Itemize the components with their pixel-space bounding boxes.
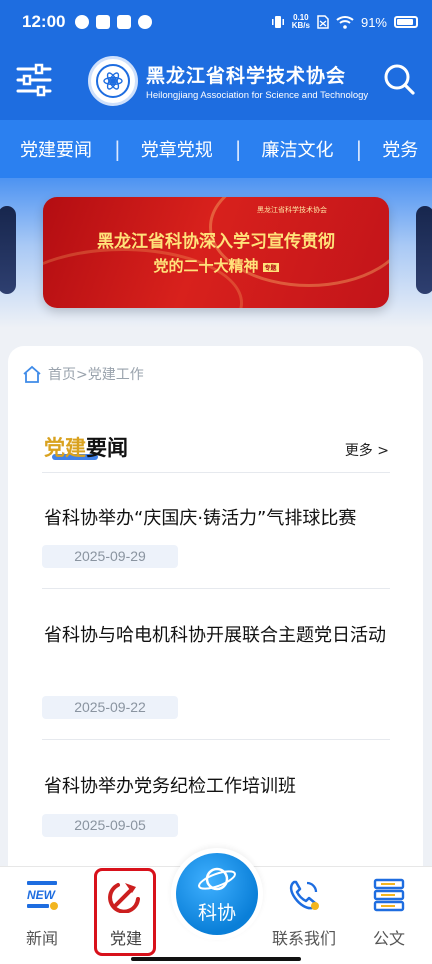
net-speed: 0.10 KB/s	[292, 14, 310, 30]
more-link[interactable]: 更多 >	[345, 440, 389, 460]
phone-icon	[289, 880, 319, 910]
news-item-date: 2025-09-29	[42, 545, 178, 568]
tab-separator: |	[234, 137, 242, 161]
org-name-cn: 黑龙江省科学技术协会	[146, 65, 347, 87]
sim-disabled-icon	[317, 15, 329, 29]
home-icon[interactable]	[22, 365, 42, 383]
org-logo: 黑龙江省科学技术协会 Heilongjiang Association for …	[88, 56, 368, 106]
tab-label: 联系我们	[271, 929, 336, 948]
video-app-icon	[117, 15, 132, 29]
center-button-label: 科协	[197, 902, 236, 924]
carousel-next-card[interactable]	[416, 206, 432, 294]
tab-label: 廉洁文化	[261, 140, 334, 161]
divider	[42, 472, 390, 473]
carousel-prev-card[interactable]	[0, 206, 16, 294]
vibrate-icon	[271, 16, 284, 28]
status-bar: 12:00 0.10 KB/s 91%	[0, 0, 432, 44]
news-item-date: 2025-09-05	[42, 814, 178, 837]
tab-label: 新闻	[25, 929, 58, 948]
battery-icon	[394, 16, 418, 28]
banner-title-line1: 黑龙江省科协深入学习宣传贯彻	[97, 232, 335, 252]
app-notification-icon	[75, 15, 90, 29]
app-header: 黑龙江省科学技术协会 Heilongjiang Association for …	[0, 44, 432, 120]
org-name-en: Heilongjiang Association for Science and…	[146, 90, 369, 101]
content-card: 首页>党建工作 党建要闻 更多 > 省科协举办“庆国庆·铸活力”气排球比赛 20…	[8, 346, 423, 886]
mail-icon	[96, 15, 111, 29]
divider	[42, 588, 390, 589]
org-emblem-icon	[88, 56, 138, 106]
battery-percent: 91%	[360, 14, 387, 30]
tab-party-news[interactable]: 党建要闻 |	[0, 136, 121, 162]
selected-tab-highlight	[94, 868, 156, 956]
banner-badge: 专题	[262, 262, 279, 272]
featured-banner[interactable]: 黑龙江省科学技术协会 黑龙江省科协深入学习宣传贯彻 党的二十大精神 专题	[43, 197, 389, 308]
filter-menu-icon[interactable]	[16, 62, 52, 98]
banner-title-line2: 党的二十大精神 专题	[153, 257, 279, 275]
divider	[42, 739, 390, 740]
status-right: 0.10 KB/s 91%	[271, 14, 418, 30]
news-icon: NEW	[27, 881, 58, 910]
home-indicator	[131, 957, 301, 961]
center-kexie-button[interactable]: 科协	[171, 848, 263, 940]
svg-text:NEW: NEW	[27, 888, 57, 902]
breadcrumb: 首页>党建工作	[22, 364, 144, 384]
tab-integrity-culture[interactable]: 廉洁文化 |	[242, 136, 363, 162]
tab-label: 党章党规	[140, 140, 213, 161]
net-speed-unit: KB/s	[291, 21, 310, 30]
breadcrumb-path[interactable]: 首页>党建工作	[48, 364, 144, 384]
wifi-icon	[336, 16, 354, 29]
search-icon[interactable]	[382, 62, 416, 96]
tab-docs[interactable]: 公文	[359, 877, 419, 949]
status-time: 12:00	[22, 12, 66, 31]
tab-contact[interactable]: 联系我们	[272, 877, 336, 949]
news-item-title[interactable]: 省科协与哈电机科协开展联合主题党日活动	[44, 619, 394, 652]
tab-separator: |	[355, 137, 363, 161]
notification-icons	[75, 15, 153, 29]
news-item-date: 2025-09-22	[42, 696, 178, 719]
wechat-icon	[138, 15, 153, 29]
news-item-title[interactable]: 省科协举办党务纪检工作培训班	[44, 770, 394, 803]
news-item-title[interactable]: 省科协举办“庆国庆·铸活力”气排球比赛	[44, 502, 394, 535]
section-title: 党建要闻	[44, 436, 128, 460]
tab-separator: |	[114, 137, 121, 161]
tab-label: 党建要闻	[20, 140, 92, 161]
tab-party-rules[interactable]: 党章党规 |	[121, 136, 242, 162]
tab-party-affairs[interactable]: 党务	[362, 136, 418, 162]
tab-label: 公文	[372, 929, 405, 948]
planet-icon	[198, 867, 236, 891]
documents-icon	[373, 878, 405, 912]
tab-label: 党务	[382, 140, 419, 161]
tab-news[interactable]: NEW 新闻	[12, 877, 72, 949]
category-tabs: 党建要闻 | 党章党规 | 廉洁文化 | 党务	[0, 120, 432, 178]
banner-header-text: 黑龙江省科学技术协会	[257, 206, 327, 214]
